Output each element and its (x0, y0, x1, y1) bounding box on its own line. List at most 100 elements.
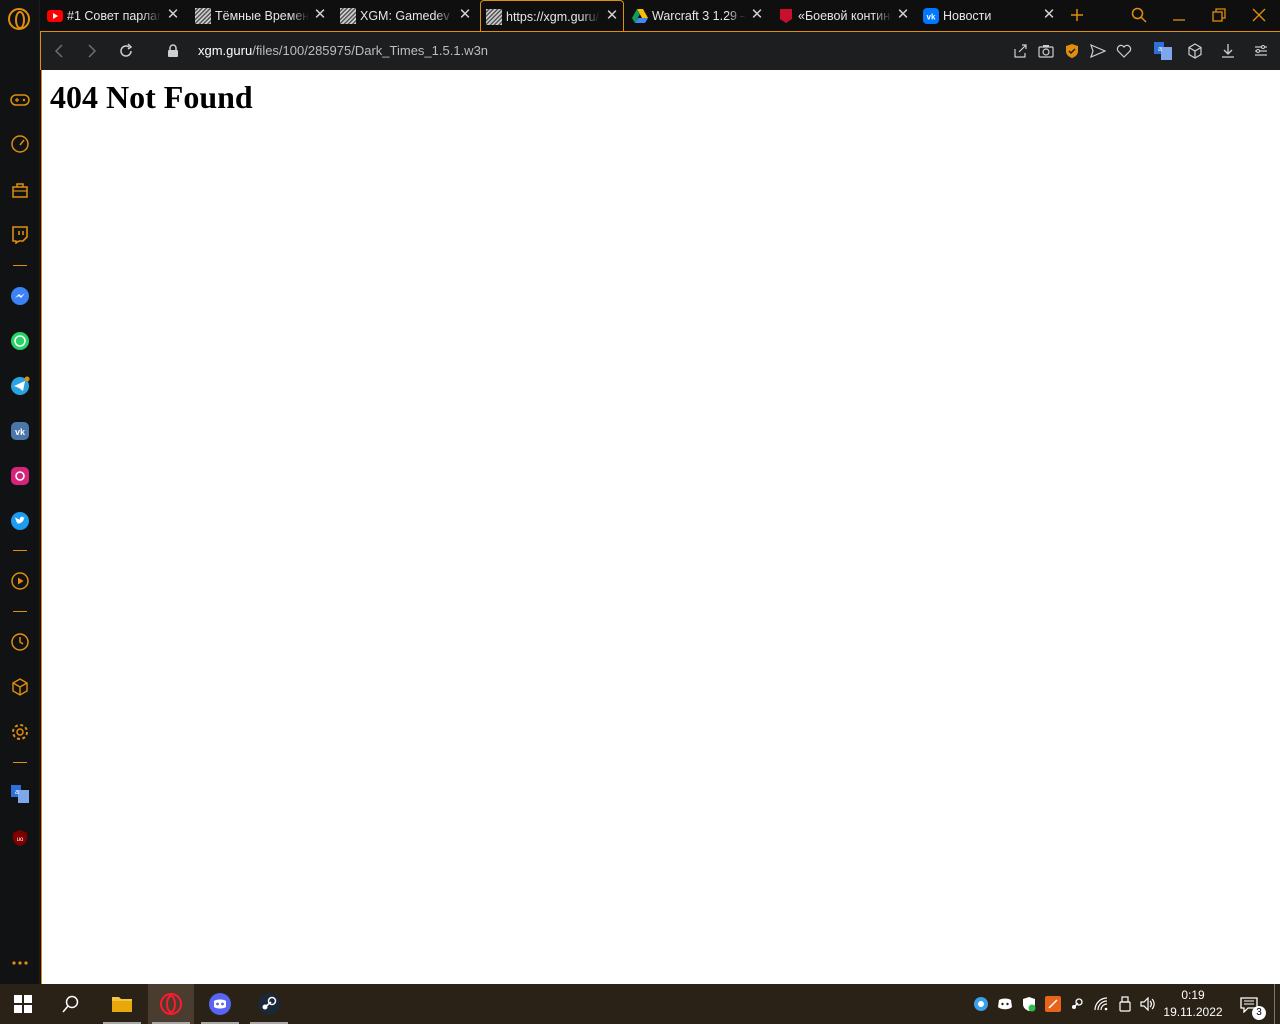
youtube-icon (47, 8, 63, 24)
new-tab-plus-icon[interactable] (1067, 6, 1087, 24)
tray-app-icon[interactable] (972, 995, 990, 1013)
sidebar-divider (13, 265, 27, 266)
send-icon[interactable] (1089, 42, 1107, 60)
xgm-icon (340, 7, 356, 24)
reload-icon[interactable] (117, 42, 135, 60)
speedometer-icon[interactable] (8, 132, 32, 156)
vk-icon: vk (923, 7, 939, 24)
heart-icon[interactable] (1115, 42, 1133, 60)
sidebar-divider (13, 550, 27, 551)
telegram-icon[interactable] (8, 374, 32, 398)
twitch-icon[interactable] (8, 223, 32, 247)
opera-sidebar: vk a uo (0, 0, 40, 984)
tab-active-xgm-file[interactable]: https://xgm.guru/files/100/285975/Dark_T… (480, 0, 624, 32)
history-icon[interactable] (8, 630, 32, 654)
google-drive-icon (632, 8, 648, 24)
search-icon[interactable] (48, 984, 94, 1024)
translate-icon[interactable]: a (8, 782, 32, 806)
close-tab-icon[interactable]: ✕ (1042, 7, 1056, 22)
notification-center-icon[interactable]: 3 (1238, 994, 1266, 1020)
tab-title: Warcraft 3 1.29 – Google Drive (652, 8, 746, 23)
messenger-icon[interactable] (8, 284, 32, 308)
tab-title: Тёмные Времена (215, 8, 309, 23)
close-tab-icon[interactable]: ✕ (458, 7, 472, 22)
tab-xgm[interactable]: XGM: Gamedev & Modding ✕ (336, 0, 476, 31)
notification-count-badge: 3 (1252, 1006, 1266, 1020)
svg-text:uo: uo (17, 837, 24, 843)
sidebar-divider (13, 611, 27, 612)
windows-taskbar: 0:19 19.11.2022 3 (0, 984, 1280, 1024)
volume-icon[interactable] (1139, 995, 1157, 1013)
red-flag-icon (778, 8, 794, 24)
close-tab-icon[interactable]: ✕ (896, 7, 910, 22)
twitter-icon[interactable] (8, 509, 32, 533)
opera-menu-icon[interactable] (8, 8, 30, 30)
wifi-icon[interactable] (1093, 995, 1111, 1013)
extensions-icon[interactable] (1186, 42, 1204, 60)
whatsapp-icon[interactable] (8, 329, 32, 353)
page-heading: 404 Not Found (50, 79, 253, 115)
translate-extension-icon[interactable]: a (1154, 42, 1172, 60)
svg-text:a: a (1158, 46, 1162, 53)
url-host: xgm.guru (198, 43, 253, 58)
forward-icon[interactable] (83, 42, 101, 60)
minimize-icon[interactable] (1169, 6, 1189, 24)
system-clock[interactable]: 0:19 19.11.2022 (1160, 987, 1226, 1021)
opera-taskbar-icon[interactable] (148, 984, 194, 1024)
svg-text:vk: vk (927, 12, 936, 21)
tab-title: XGM: Gamedev & Modding (360, 8, 454, 23)
tab-title: #1 Совет парламента (67, 8, 161, 23)
steam-tray-icon[interactable] (1068, 995, 1086, 1013)
svg-text:a: a (15, 789, 19, 796)
url-field[interactable]: xgm.guru/files/100/285975/Dark_Times_1.5… (198, 43, 488, 58)
orange-app-icon[interactable] (1044, 995, 1062, 1013)
sidebar-divider (13, 762, 27, 763)
defender-shield-icon[interactable] (1020, 995, 1038, 1013)
clock-time: 0:19 (1181, 988, 1205, 1002)
tab-title: Новости (943, 8, 992, 23)
instagram-icon[interactable] (8, 464, 32, 488)
bag-icon[interactable] (8, 178, 32, 202)
svg-text:vk: vk (15, 427, 26, 437)
easy-setup-icon[interactable] (1252, 42, 1270, 60)
tab-google-drive[interactable]: Warcraft 3 1.29 – Google Drive ✕ (628, 0, 768, 31)
download-icon[interactable] (1219, 42, 1237, 60)
close-tab-icon[interactable]: ✕ (313, 7, 327, 22)
vpn-shield-icon[interactable] (1063, 42, 1081, 60)
ublock-icon[interactable]: uo (8, 826, 32, 850)
camera-icon[interactable] (1037, 42, 1055, 60)
close-tab-icon[interactable]: ✕ (605, 8, 619, 23)
discord-icon[interactable] (197, 984, 243, 1024)
extensions-cube-icon[interactable] (8, 675, 32, 699)
tab-youtube[interactable]: #1 Совет парламента ✕ (44, 0, 184, 31)
search-tabs-icon[interactable] (1129, 6, 1149, 24)
tab-dark-times[interactable]: Тёмные Времена ✕ (191, 0, 331, 31)
lock-icon[interactable] (164, 42, 182, 60)
url-path: /files/100/285975/Dark_Times_1.5.1.w3n (252, 43, 489, 58)
tab-vk-news[interactable]: vk Новости ✕ (920, 0, 1060, 31)
vk-icon[interactable]: vk (8, 419, 32, 443)
tab-boevoy-kontinent[interactable]: «Боевой континент» ✕ (774, 0, 914, 31)
gamepad-icon[interactable] (8, 88, 32, 112)
show-desktop-strip[interactable] (1274, 984, 1275, 1024)
steam-icon[interactable] (246, 984, 292, 1024)
tab-title: https://xgm.guru/files/100/285975/Dark_T… (506, 9, 600, 24)
web-page: 404 Not Found (41, 70, 1280, 984)
tab-title: «Боевой континент» (798, 8, 892, 23)
file-explorer-icon[interactable] (99, 984, 145, 1024)
close-window-icon[interactable] (1249, 6, 1269, 24)
more-options-icon[interactable] (8, 951, 32, 975)
tab-bar: #1 Совет парламента ✕ Тёмные Времена ✕ X… (40, 0, 1280, 32)
back-icon[interactable] (50, 42, 68, 60)
share-icon[interactable] (1011, 42, 1029, 60)
xgm-icon (195, 7, 211, 24)
address-bar: xgm.guru/files/100/285975/Dark_Times_1.5… (40, 31, 1280, 70)
usb-device-icon[interactable] (1116, 995, 1134, 1013)
close-tab-icon[interactable]: ✕ (166, 7, 180, 22)
close-tab-icon[interactable]: ✕ (750, 7, 764, 22)
player-icon[interactable] (8, 569, 32, 593)
discord-tray-icon[interactable] (996, 995, 1014, 1013)
settings-gear-icon[interactable] (8, 720, 32, 744)
restore-icon[interactable] (1209, 6, 1229, 24)
windows-start-icon[interactable] (0, 984, 46, 1024)
